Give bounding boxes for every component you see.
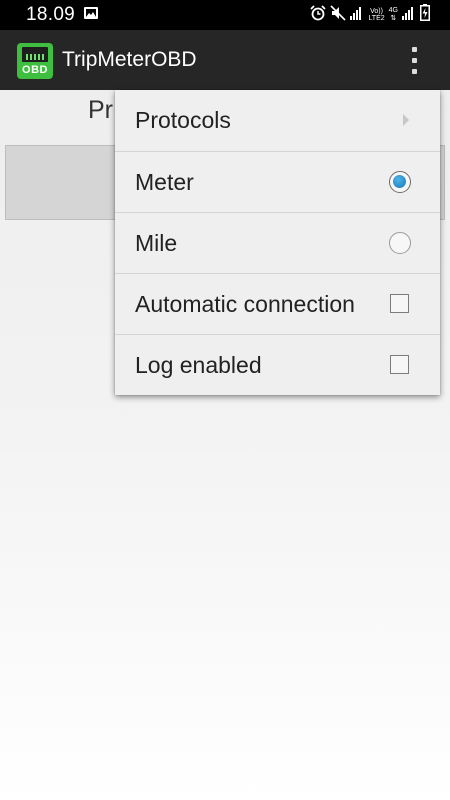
menu-item-protocols[interactable]: Protocols	[115, 90, 440, 151]
overflow-dot-icon	[412, 47, 417, 52]
status-time: 18.09	[26, 4, 76, 25]
submenu-arrow-icon	[403, 114, 409, 126]
lte-text: LTE2	[368, 15, 385, 22]
radio-selected-dot-icon	[393, 175, 406, 188]
menu-item-log-enabled[interactable]: Log enabled	[115, 334, 440, 395]
menu-item-label: Protocols	[135, 107, 231, 133]
background-label: Pr	[88, 96, 113, 124]
volte-icon: Vo)) LTE2	[368, 8, 384, 22]
logo-text: OBD	[22, 64, 48, 76]
network-type-text: 4G	[388, 7, 398, 14]
menu-item-meter[interactable]: Meter	[115, 151, 440, 212]
menu-item-label: Meter	[135, 169, 194, 195]
mile-radio-button[interactable]	[389, 232, 411, 254]
overflow-dot-icon	[412, 69, 417, 74]
data-arrows-icon: ⇅	[390, 15, 397, 22]
app-title: TripMeterOBD	[62, 48, 197, 71]
menu-item-mile[interactable]: Mile	[115, 212, 440, 273]
menu-item-automatic-connection[interactable]: Automatic connection	[115, 273, 440, 334]
overflow-menu-button[interactable]	[402, 44, 426, 78]
gallery-notification-icon	[84, 7, 98, 19]
meter-radio-button[interactable]	[389, 171, 411, 193]
menu-item-label: Log enabled	[135, 352, 262, 378]
alarm-icon	[310, 4, 327, 26]
log-enabled-checkbox[interactable]	[390, 355, 409, 374]
logo-display-icon	[22, 47, 48, 62]
mute-icon	[330, 4, 347, 26]
status-icons: Vo)) LTE2 4G ⇅	[310, 4, 430, 26]
automatic-connection-checkbox[interactable]	[390, 294, 409, 313]
volte-text: Vo))	[370, 8, 383, 15]
app-logo: OBD	[17, 43, 53, 79]
options-popup-menu: Protocols Meter Mile Automatic connectio…	[115, 90, 440, 395]
menu-item-label: Automatic connection	[135, 291, 355, 317]
battery-icon	[420, 4, 430, 26]
network-4g-icon: 4G ⇅	[389, 7, 398, 23]
signal-icon-sim2	[402, 6, 416, 25]
overflow-dot-icon	[412, 58, 417, 63]
menu-item-label: Mile	[135, 230, 178, 256]
status-bar: 18.09 Vo)) LTE2 4G ⇅	[0, 0, 450, 30]
signal-icon-sim1	[350, 6, 364, 25]
